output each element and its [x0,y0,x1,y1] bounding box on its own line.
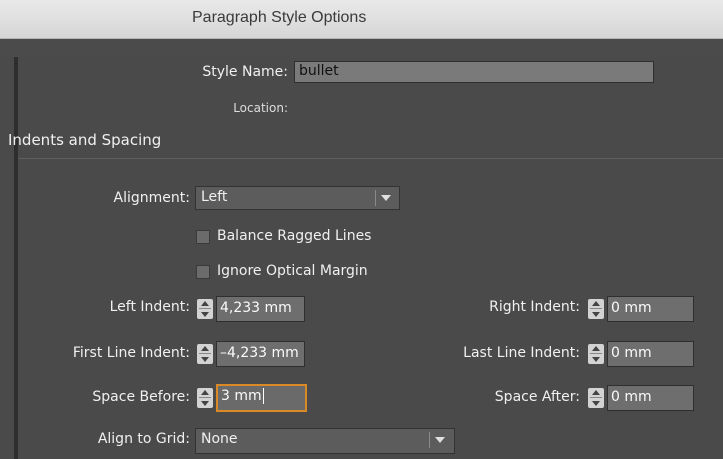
title-bar: Paragraph Style Options [0,0,723,39]
space-before-label: Space Before: [92,389,190,405]
arrow-down-icon [201,312,209,317]
right-indent-input[interactable]: 0 mm [607,296,694,322]
balance-ragged-label: Balance Ragged Lines [217,228,372,244]
arrow-down-icon [201,401,209,406]
balance-ragged-checkbox[interactable] [196,230,210,244]
last-line-indent-label: Last Line Indent: [463,345,580,361]
arrow-up-icon [201,346,209,351]
text-cursor [262,388,264,404]
first-line-indent-input[interactable]: –4,233 mm [216,341,305,367]
first-line-indent-stepper[interactable] [197,344,213,364]
alignment-dropdown[interactable]: Left [195,186,400,210]
ignore-optical-label: Ignore Optical Margin [217,263,368,279]
right-indent-label: Right Indent: [489,299,580,315]
space-before-input[interactable]: 3 mm [216,384,307,412]
chevron-down-icon [381,195,391,201]
space-after-input[interactable]: 0 mm [607,385,694,411]
align-to-grid-dropdown[interactable]: None [195,428,455,454]
first-line-indent-label: First Line Indent: [72,345,190,361]
space-before-stepper[interactable] [197,388,213,408]
last-line-indent-stepper[interactable] [588,344,604,364]
space-before-value: 3 mm [221,388,262,404]
left-indent-input[interactable]: 4,233 mm [216,296,305,322]
arrow-up-icon [201,301,209,306]
last-line-indent-input[interactable]: 0 mm [607,341,694,367]
arrow-up-icon [592,301,600,306]
ignore-optical-checkbox[interactable] [196,265,210,279]
dialog-title: Paragraph Style Options [192,9,367,26]
arrow-down-icon [201,357,209,362]
align-to-grid-value: None [201,431,238,447]
space-after-label: Space After: [494,389,580,405]
arrow-down-icon [592,357,600,362]
section-title: Indents and Spacing [8,131,162,149]
arrow-up-icon [201,390,209,395]
chevron-down-icon [435,437,445,443]
header-strip [0,39,723,57]
right-indent-stepper[interactable] [588,299,604,319]
style-name-input[interactable]: bullet [294,61,654,83]
arrow-up-icon [592,390,600,395]
arrow-up-icon [592,346,600,351]
arrow-down-icon [592,312,600,317]
left-indent-label: Left Indent: [109,299,190,315]
alignment-value: Left [201,189,228,205]
alignment-label: Alignment: [113,190,190,206]
style-name-label: Style Name: [202,64,288,80]
dropdown-separator [375,190,376,206]
space-after-stepper[interactable] [588,388,604,408]
location-label: Location: [233,101,288,115]
align-to-grid-label: Align to Grid: [97,431,190,447]
section-divider [18,158,723,159]
dropdown-separator [429,432,430,448]
arrow-down-icon [592,401,600,406]
left-indent-stepper[interactable] [197,299,213,319]
